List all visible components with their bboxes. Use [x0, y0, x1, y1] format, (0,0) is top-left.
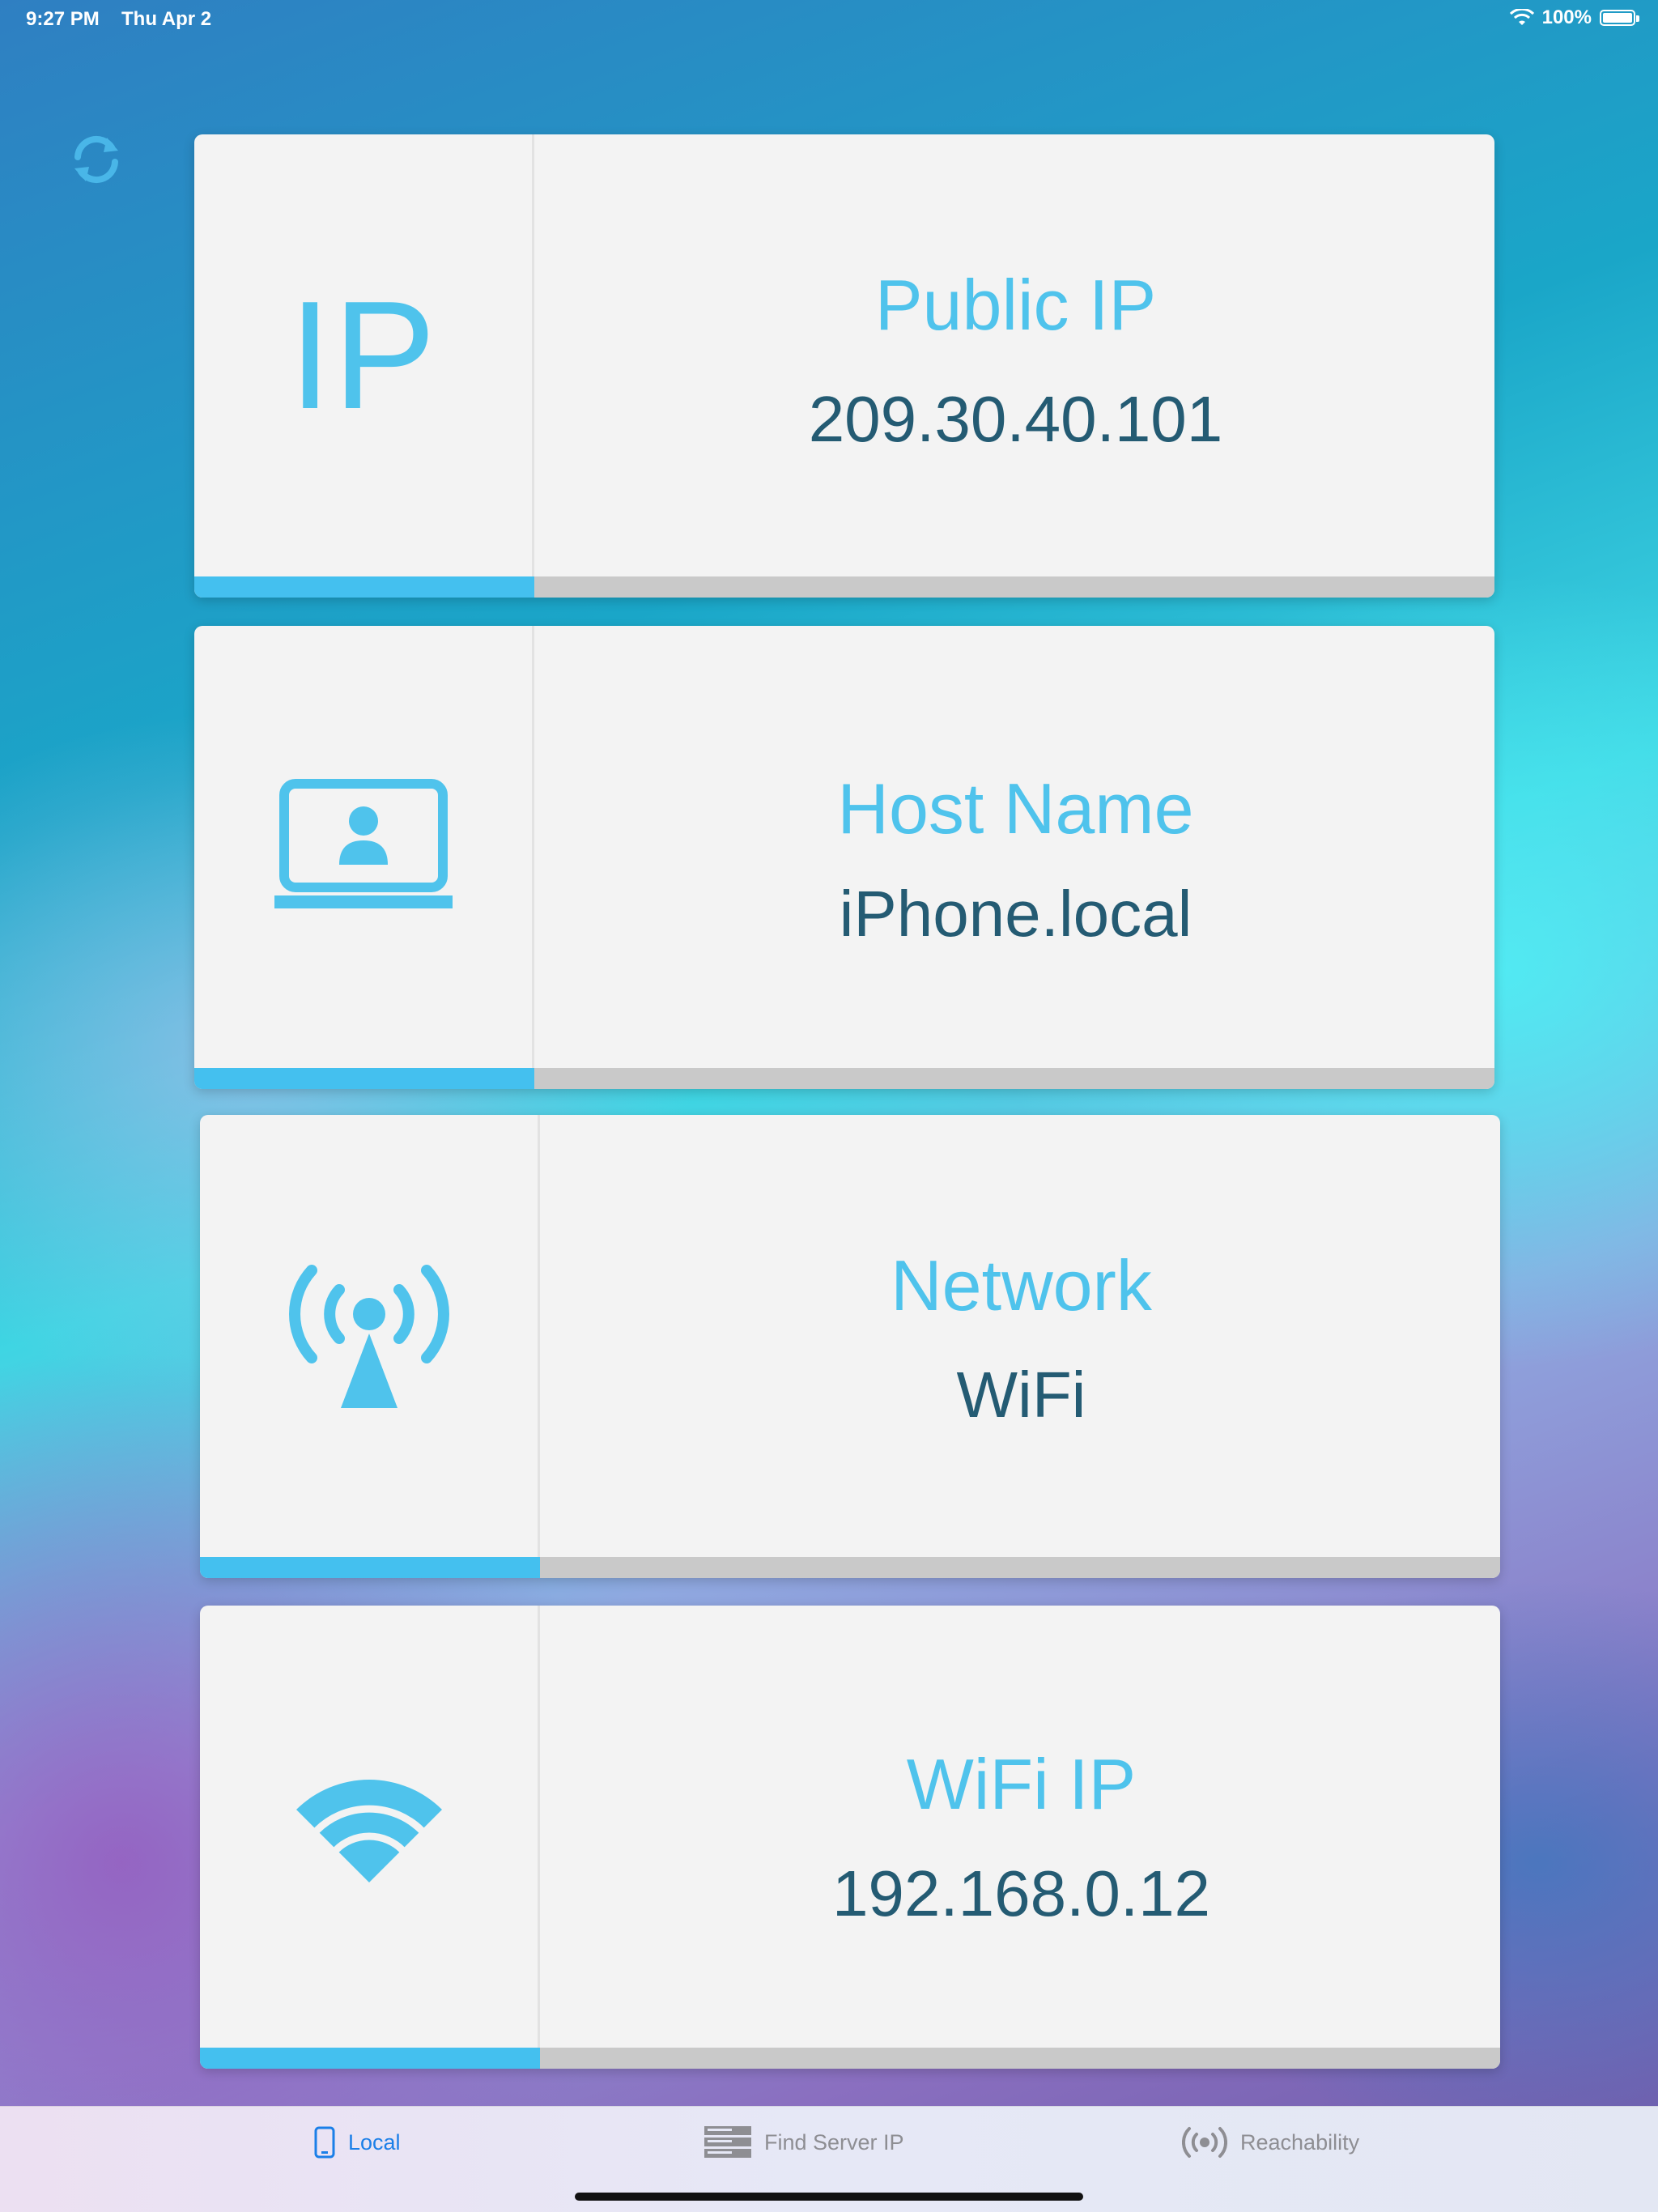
status-bar: 9:27 PM Thu Apr 2 100% [0, 0, 1658, 39]
card-icon-area: IP [194, 134, 534, 576]
public-ip-card: IP Public IP 209.30.40.101 [194, 134, 1494, 598]
network-card: Network WiFi [200, 1115, 1500, 1578]
tab-reachability[interactable]: Reachability [1182, 2126, 1359, 2159]
card-content: Network WiFi [542, 1115, 1500, 1557]
card-bar [194, 576, 1494, 598]
card-bar [200, 1557, 1500, 1578]
public-ip-value: 209.30.40.101 [808, 383, 1223, 455]
network-value: WiFi [956, 1359, 1086, 1431]
refresh-icon [74, 135, 118, 184]
wifi-status-icon [1509, 9, 1534, 25]
tab-label: Find Server IP [764, 2129, 904, 2155]
tab-label: Local [348, 2129, 401, 2155]
card-icon-area [200, 1606, 540, 2048]
card-bar [200, 2048, 1500, 2069]
card-content: WiFi IP 192.168.0.12 [542, 1606, 1500, 2048]
card-content: Host Name iPhone.local [537, 626, 1494, 1068]
wifi-icon [295, 1780, 442, 1882]
battery-icon [1600, 10, 1639, 26]
home-indicator [575, 2193, 1083, 2201]
card-title: WiFi IP [906, 1744, 1137, 1824]
phone-icon [314, 2126, 335, 2159]
tab-local[interactable]: Local [314, 2126, 401, 2159]
host-name-value: iPhone.local [839, 878, 1192, 950]
status-date: Thu Apr 2 [121, 8, 212, 30]
card-title: Host Name [837, 768, 1194, 849]
battery-percent: 100% [1541, 6, 1592, 28]
card-icon-area [200, 1115, 540, 1557]
laptop-user-icon [274, 779, 453, 908]
card-bar [194, 1068, 1494, 1089]
card-content: Public IP 209.30.40.101 [537, 134, 1494, 576]
tab-label: Reachability [1240, 2129, 1360, 2155]
card-icon-area [194, 626, 534, 1068]
ip-icon: IP [288, 270, 438, 441]
refresh-button[interactable] [66, 130, 126, 189]
card-title: Network [891, 1245, 1152, 1325]
wifi-ip-card: WiFi IP 192.168.0.12 [200, 1606, 1500, 2069]
server-icon [704, 2126, 751, 2158]
status-right: 100% [1509, 6, 1639, 29]
reachability-icon [1182, 2127, 1227, 2158]
wifi-ip-value: 192.168.0.12 [831, 1857, 1211, 1929]
card-title: Public IP [874, 265, 1157, 345]
status-time: 9:27 PM [26, 8, 100, 30]
tab-bar: Local Find Server IP Reachability [0, 2106, 1658, 2212]
tab-find-server-ip[interactable]: Find Server IP [704, 2126, 904, 2159]
host-name-card: Host Name iPhone.local [194, 626, 1494, 1089]
antenna-broadcast-icon [288, 1265, 449, 1408]
